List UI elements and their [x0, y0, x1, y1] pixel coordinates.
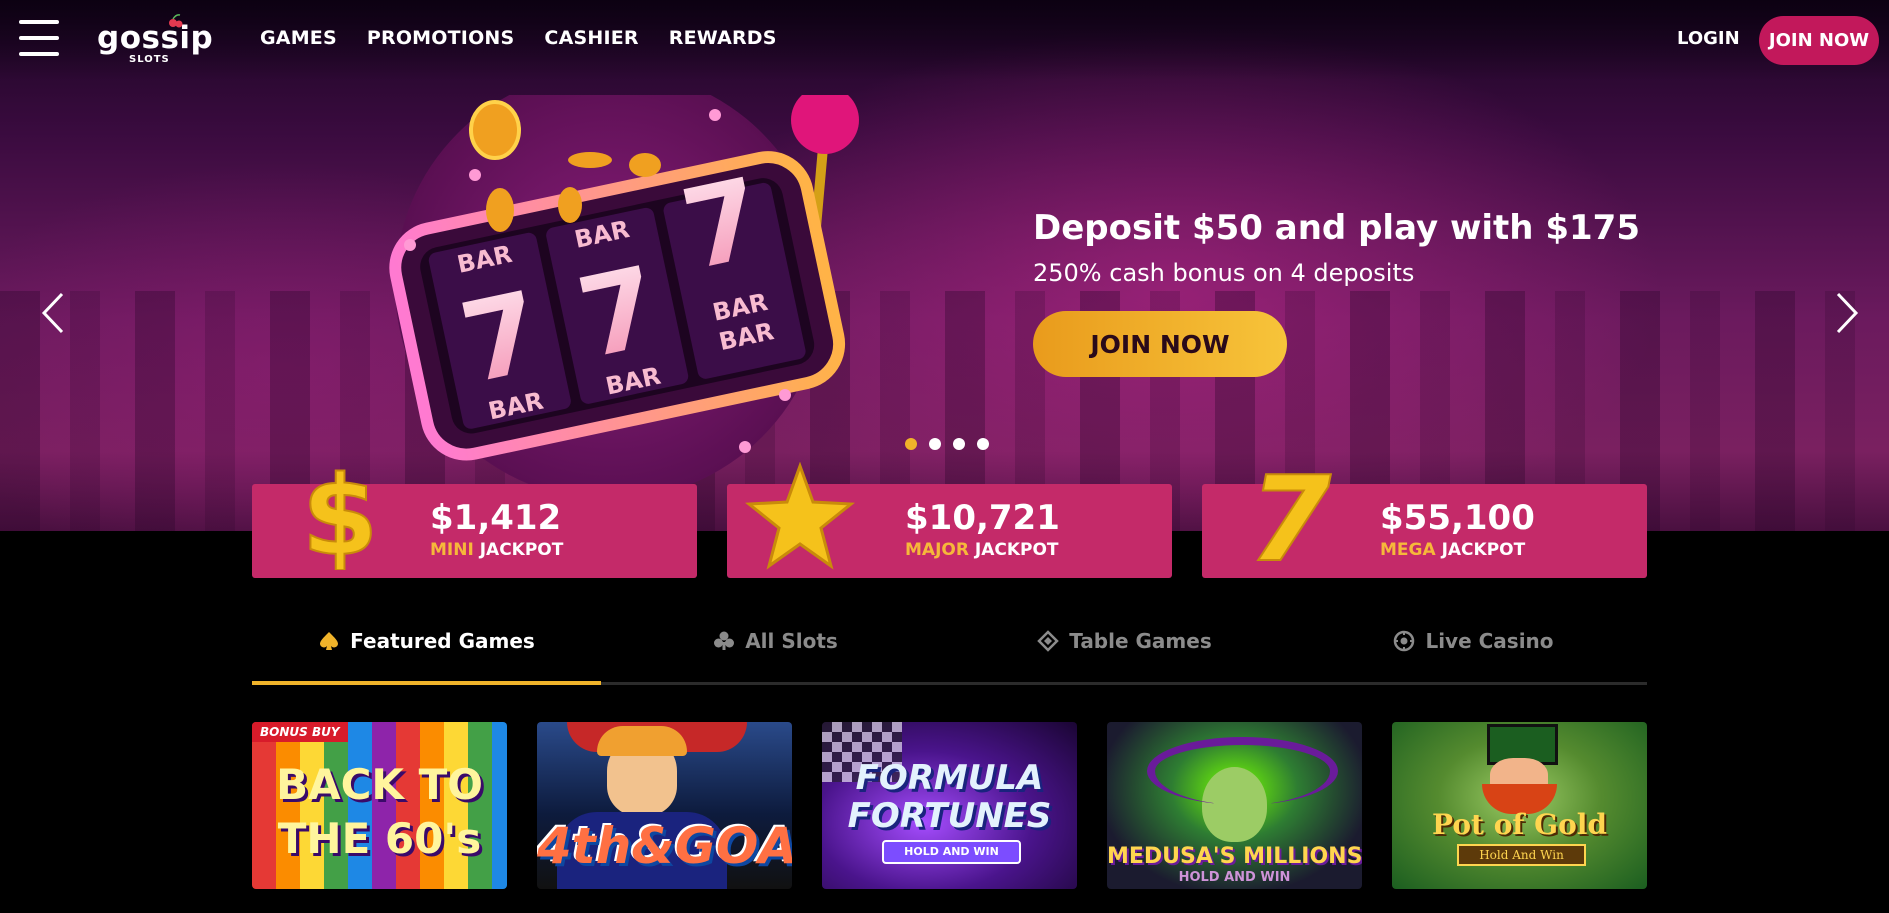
spade-icon	[320, 632, 339, 650]
game-title-line2: THE 60's	[277, 814, 482, 863]
promo-title: Deposit $50 and play with $175	[1033, 208, 1640, 248]
jackpot-label: MAJOR JACKPOT	[905, 540, 1059, 560]
game-tile-formula-fortunes[interactable]: FORMULA FORTUNES HOLD AND WIN	[822, 722, 1077, 889]
carousel-dots	[905, 438, 989, 450]
player-hair	[597, 726, 687, 756]
game-title: MEDUSA'S MILLIONS	[1107, 844, 1362, 869]
tab-label: Live Casino	[1425, 629, 1554, 653]
jackpot-label: MINI JACKPOT	[430, 540, 564, 560]
tab-all-slots[interactable]: All Slots	[601, 600, 950, 682]
nav-rewards[interactable]: REWARDS	[669, 27, 777, 49]
tab-table-games[interactable]: Table Games	[950, 600, 1299, 682]
hero-join-button[interactable]: JOIN NOW	[1033, 311, 1287, 377]
major-jackpot-card: $10,721 MAJOR JACKPOT	[727, 462, 1172, 578]
dollar-icon: $	[301, 462, 380, 570]
carousel-dot-2[interactable]	[929, 438, 941, 450]
mega-jackpot-card: 7 $55,100 MEGA JACKPOT	[1202, 462, 1647, 578]
slot-machine-illustration: BAR BAR 7 7 7 BAR BAR BAR BAR	[389, 95, 859, 495]
tab-live-casino[interactable]: Live Casino	[1299, 600, 1648, 682]
hold-and-win-tag: Hold And Win	[1457, 844, 1586, 866]
logo-text: gossip	[97, 20, 214, 56]
tab-label: Table Games	[1069, 629, 1212, 653]
carousel-dot-3[interactable]	[953, 438, 965, 450]
game-title: FORMULA	[855, 758, 1044, 798]
svg-text:7: 7	[1250, 462, 1331, 570]
active-tab-indicator	[252, 681, 601, 685]
game-tile-pot-of-gold[interactable]: Pot of Gold Hold And Win	[1392, 722, 1647, 889]
login-link[interactable]: LOGIN	[1677, 28, 1740, 49]
nav-cashier[interactable]: CASHIER	[544, 27, 638, 49]
main-nav: GAMES PROMOTIONS CASHIER REWARDS	[260, 27, 777, 49]
game-title: BACK TO	[276, 760, 483, 809]
mini-jackpot-card: $ $1,412 MINI JACKPOT	[252, 462, 697, 578]
game-category-tabs: Featured Games All Slots Table Games Liv…	[252, 600, 1648, 685]
top-header: gossip SLOTS GAMES PROMOTIONS CASHIER RE…	[0, 0, 1889, 80]
tab-featured-games[interactable]: Featured Games	[252, 600, 601, 682]
header-join-button[interactable]: JOIN NOW	[1759, 16, 1879, 65]
hold-and-win-tag: HOLD AND WIN	[882, 840, 1021, 864]
tab-label: All Slots	[745, 629, 838, 653]
seven-icon: 7	[1250, 462, 1332, 570]
hold-and-win-tag: HOLD AND WIN	[1178, 870, 1291, 885]
jackpot-label: MEGA JACKPOT	[1380, 540, 1526, 560]
jackpot-amount: $10,721	[905, 498, 1060, 538]
game-tile-medusas-millions[interactable]: MEDUSA'S MILLIONS HOLD AND WIN	[1107, 722, 1362, 889]
game-tile-back-to-the-60s[interactable]: BONUS BUY BACK TO THE 60's	[252, 722, 507, 889]
chevron-left-icon[interactable]	[38, 290, 68, 336]
carousel-dot-1[interactable]	[905, 438, 917, 450]
carousel-dot-4[interactable]	[977, 438, 989, 450]
game-tile-4th-and-goal[interactable]: 4th&GOAL	[537, 722, 792, 889]
game-title: 4th&GOAL	[537, 817, 792, 875]
menu-icon[interactable]	[19, 20, 59, 56]
game-title: Pot of Gold	[1432, 808, 1607, 841]
nav-games[interactable]: GAMES	[260, 27, 337, 49]
clubs-icon	[714, 631, 735, 650]
star-icon	[745, 462, 855, 570]
tab-label: Featured Games	[350, 629, 535, 653]
medusa-snakes	[1147, 737, 1338, 805]
chevron-right-icon[interactable]	[1832, 290, 1862, 336]
gossip-slots-logo[interactable]: gossip SLOTS	[97, 14, 213, 68]
bonus-buy-badge: BONUS BUY	[252, 722, 348, 742]
promo-subtitle: 250% cash bonus on 4 deposits	[1033, 259, 1415, 287]
diamond-icon	[1037, 630, 1060, 652]
svg-text:$: $	[302, 462, 379, 570]
cherry-icon	[169, 14, 183, 28]
jackpot-amount: $55,100	[1380, 498, 1535, 538]
game-title-line2: FORTUNES	[847, 796, 1052, 836]
chip-icon	[1394, 630, 1415, 652]
nav-promotions[interactable]: PROMOTIONS	[367, 27, 515, 49]
jackpot-amount: $1,412	[430, 498, 562, 538]
logo-subtext: SLOTS	[129, 54, 170, 65]
